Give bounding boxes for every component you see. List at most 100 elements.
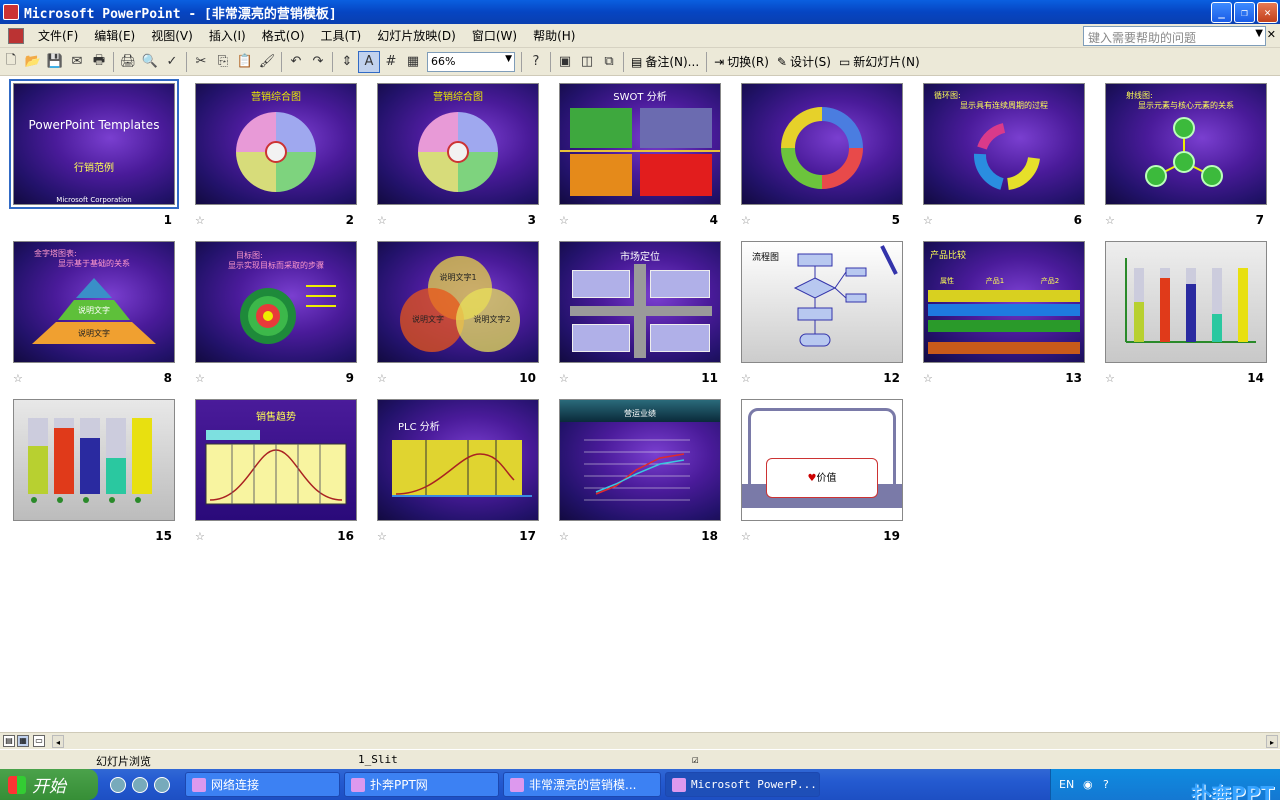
hide-slide-icon[interactable]: ◫ xyxy=(576,51,598,73)
slide-thumbnail-14[interactable] xyxy=(1105,241,1267,363)
tray-icon[interactable]: ◉ xyxy=(1083,778,1093,791)
slideshow-view-icon[interactable]: ▭ xyxy=(33,735,45,747)
start-label: 开始 xyxy=(32,777,66,797)
slide-thumbnail-4[interactable]: SWOT 分析 xyxy=(559,83,721,205)
slide-number: 12 xyxy=(883,371,900,385)
normal-view-icon[interactable]: ▤ xyxy=(3,735,15,747)
print-icon[interactable]: 🖨 xyxy=(117,51,139,73)
language-indicator[interactable]: EN xyxy=(1059,778,1074,791)
taskbar-item-network[interactable]: 网络连接 xyxy=(185,772,340,797)
slide-number: 15 xyxy=(155,529,172,543)
slide-sorter-view-icon[interactable]: ▦ xyxy=(17,735,29,747)
new-slide-button[interactable]: ▭ 新幻灯片(N) xyxy=(835,53,924,70)
quadrant-box xyxy=(572,270,630,298)
status-view: 幻灯片浏览 xyxy=(96,755,151,768)
chevron-down-icon[interactable]: ▼ xyxy=(505,54,512,64)
print-preview-icon[interactable]: 🖶 xyxy=(88,51,110,73)
redo-icon[interactable]: ↷ xyxy=(307,51,329,73)
help-search-input[interactable]: 键入需要帮助的问题 ▼ xyxy=(1083,26,1266,46)
spelling-icon[interactable]: ✓ xyxy=(161,51,183,73)
design-label: 设计(S) xyxy=(789,55,831,69)
menu-slideshow[interactable]: 幻灯片放映(D) xyxy=(369,27,464,44)
close-icon[interactable]: ✕ xyxy=(1267,28,1276,41)
divider xyxy=(332,51,333,72)
transition-star-icon: ☆ xyxy=(13,372,23,385)
notes-button[interactable]: ▤ 备注(N)... xyxy=(627,53,703,70)
cut-icon[interactable]: ✂ xyxy=(190,51,212,73)
slide-thumbnail-10[interactable]: 说明文字1 说明文字 说明文字2 xyxy=(377,241,539,363)
transition-button[interactable]: ⇥ 切换(R) xyxy=(710,53,773,70)
slide-number: 9 xyxy=(345,371,354,385)
slide-thumbnail-18[interactable]: 营运业绩 xyxy=(559,399,721,521)
slide-icon[interactable]: ▣ xyxy=(554,51,576,73)
menu-window[interactable]: 窗口(W) xyxy=(464,27,525,44)
zoom-select[interactable]: 66% ▼ xyxy=(427,51,515,72)
minimize-button[interactable]: _ xyxy=(1211,2,1232,23)
quicklaunch-media-icon[interactable] xyxy=(132,777,148,793)
expand-icon[interactable]: ⇕ xyxy=(336,51,358,73)
slide-thumbnail-7[interactable]: 射线图: 显示元素与核心元素的关系 xyxy=(1105,83,1267,205)
slide-thumbnail-2[interactable]: 营销综合图 xyxy=(195,83,357,205)
taskbar-item-powerpoint[interactable]: Microsoft PowerP... xyxy=(665,772,820,797)
transition-star-icon: ☆ xyxy=(923,214,933,227)
new-icon[interactable]: 🗋 xyxy=(0,51,22,73)
table-row xyxy=(928,304,1080,316)
slide-thumbnail-17[interactable]: PLC 分析 xyxy=(377,399,539,521)
slide-thumbnail-5[interactable] xyxy=(741,83,903,205)
quicklaunch-ie-icon[interactable] xyxy=(110,777,126,793)
slide-thumbnail-6[interactable]: 循环图: 显示具有连续周期的过程 xyxy=(923,83,1085,205)
menu-help[interactable]: 帮助(H) xyxy=(525,27,583,44)
transition-star-icon: ☆ xyxy=(1105,214,1115,227)
slide-thumbnail-11[interactable]: 市场定位 xyxy=(559,241,721,363)
powerpoint-icon xyxy=(672,777,686,792)
divider xyxy=(521,51,522,72)
design-button[interactable]: ✎ 设计(S) xyxy=(773,53,835,70)
permission-icon[interactable]: ✉ xyxy=(66,51,88,73)
menu-file[interactable]: 文件(F) xyxy=(30,27,86,44)
document-icon[interactable] xyxy=(8,27,24,44)
formatting-icon[interactable]: A xyxy=(358,50,380,73)
slide-thumbnail-9[interactable]: 目标图: 显示实现目标而采取的步骤 xyxy=(195,241,357,363)
help-tray-icon[interactable]: ? xyxy=(1103,778,1109,791)
slide-thumbnail-19[interactable]: ♥价值 xyxy=(741,399,903,521)
copy-icon[interactable]: ⎘ xyxy=(212,51,234,73)
transition-star-icon: ☆ xyxy=(741,372,751,385)
save-icon[interactable]: 💾 xyxy=(44,51,66,73)
slide-thumbnail-15[interactable] xyxy=(13,399,175,521)
paste-icon[interactable]: 📋 xyxy=(234,51,256,73)
start-button[interactable]: 开始 xyxy=(0,769,98,800)
close-button[interactable]: ✕ xyxy=(1257,2,1278,23)
undo-icon[interactable]: ↶ xyxy=(285,51,307,73)
slide-thumbnail-12[interactable]: 流程图 xyxy=(741,241,903,363)
taskbar-item-folder[interactable]: 非常漂亮的营销模... xyxy=(503,772,661,797)
menu-view[interactable]: 视图(V) xyxy=(143,27,201,44)
open-icon[interactable]: 📂 xyxy=(22,51,44,73)
format-painter-icon[interactable]: 🖌 xyxy=(256,51,278,73)
menu-insert[interactable]: 插入(I) xyxy=(201,27,254,44)
slide-number: 19 xyxy=(883,529,900,543)
slide-number: 10 xyxy=(519,371,536,385)
slide-thumbnail-16[interactable]: 销售趋势 xyxy=(195,399,357,521)
cycle-diagram xyxy=(974,123,1040,190)
venn-diagram xyxy=(400,256,520,352)
taskbar-item-browser[interactable]: 扑奔PPT网 xyxy=(344,772,499,797)
grid-icon[interactable]: # xyxy=(380,51,402,73)
help-icon[interactable]: ? xyxy=(525,51,547,73)
horizontal-scrollbar[interactable]: ▤ ▦ ▭ ◂ ▸ xyxy=(0,732,1280,749)
menu-edit[interactable]: 编辑(E) xyxy=(86,27,143,44)
scroll-left-icon[interactable]: ◂ xyxy=(52,735,64,748)
chevron-down-icon[interactable]: ▼ xyxy=(1255,28,1263,39)
slide-thumbnail-1[interactable]: PowerPoint Templates 行销范例 Microsoft Corp… xyxy=(9,79,179,209)
menu-format[interactable]: 格式(O) xyxy=(254,27,313,44)
preview-icon[interactable]: 🔍 xyxy=(139,51,161,73)
scroll-right-icon[interactable]: ▸ xyxy=(1266,735,1278,748)
color-icon[interactable]: ▦ xyxy=(402,51,424,73)
restore-button[interactable]: ❐ xyxy=(1234,2,1255,23)
duplicate-icon[interactable]: ⧉ xyxy=(598,51,620,73)
divider xyxy=(550,51,551,72)
slide-thumbnail-3[interactable]: 营销综合图 xyxy=(377,83,539,205)
quicklaunch-desktop-icon[interactable] xyxy=(154,777,170,793)
menu-tools[interactable]: 工具(T) xyxy=(313,27,370,44)
slide-thumbnail-13[interactable]: 产品比较 属性 产品1 产品2 xyxy=(923,241,1085,363)
slide-thumbnail-8[interactable]: 金字塔图表: 显示基于基础的关系 说明文字 说明文字 xyxy=(13,241,175,363)
